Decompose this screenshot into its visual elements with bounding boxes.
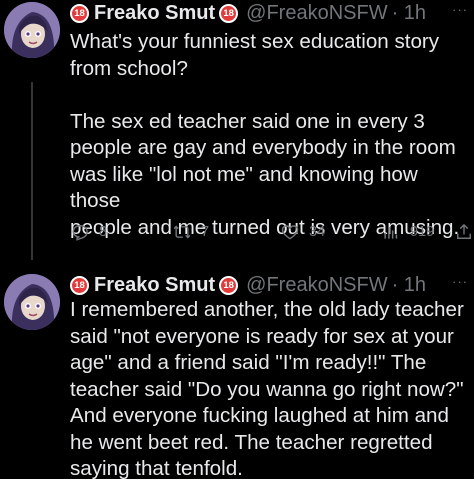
tweet-actions: 8 7 34 919 — [70, 219, 474, 245]
avatar[interactable] — [4, 2, 60, 58]
reply-count: 8 — [99, 224, 108, 240]
retweet-button[interactable]: 7 — [172, 222, 209, 242]
display-name[interactable]: Freako Smut — [94, 2, 215, 25]
age-badge-icon: 18 — [219, 275, 239, 295]
avatar[interactable] — [4, 274, 60, 330]
reply-icon — [70, 222, 90, 242]
display-name[interactable]: Freako Smut — [94, 274, 215, 297]
share-button[interactable] — [454, 222, 474, 242]
tweet-header: 18 Freako Smut 18 @FreakoNSFW · 1h — [70, 272, 426, 298]
age-badge-icon: 18 — [70, 275, 89, 295]
heart-icon — [280, 222, 300, 242]
views-button[interactable]: 919 — [381, 222, 434, 242]
share-icon — [454, 222, 474, 242]
user-handle[interactable]: @FreakoNSFW — [246, 274, 387, 297]
retweet-icon — [172, 222, 192, 242]
like-button[interactable]: 34 — [280, 222, 325, 242]
tweet-text: I remembered another, the old lady teach… — [70, 298, 464, 479]
view-count: 919 — [410, 224, 435, 240]
timestamp[interactable]: · 1h — [392, 2, 426, 25]
timestamp[interactable]: · 1h — [392, 274, 426, 297]
age-badge-icon: 18 — [70, 3, 89, 23]
tweet-text: What's your funniest sex education story… — [70, 30, 460, 239]
tweet-header: 18 Freako Smut 18 @FreakoNSFW · 1h — [70, 0, 426, 26]
like-count: 34 — [309, 224, 326, 240]
thread-connector-line — [31, 82, 33, 260]
more-options-icon[interactable]: ··· — [452, 274, 468, 289]
user-handle[interactable]: @FreakoNSFW — [246, 2, 387, 25]
more-options-icon[interactable]: ··· — [452, 2, 468, 17]
age-badge-icon: 18 — [219, 3, 239, 23]
retweet-count: 7 — [201, 224, 210, 240]
reply-button[interactable]: 8 — [70, 222, 107, 242]
views-icon — [381, 222, 401, 242]
